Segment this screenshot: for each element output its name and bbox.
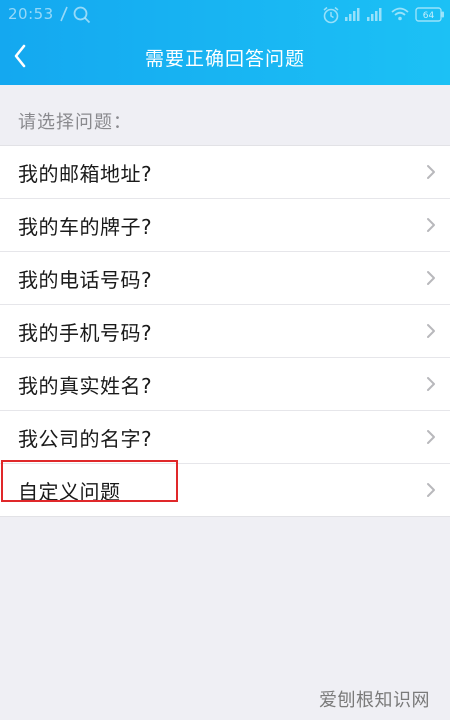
chevron-right-icon	[426, 270, 436, 290]
question-list: 我的邮箱地址? 我的车的牌子? 我的电话号码? 我的手机号码? 我的真实姓名? …	[0, 145, 450, 517]
question-item-car-brand[interactable]: 我的车的牌子?	[0, 199, 450, 252]
question-label: 我的真实姓名?	[18, 373, 153, 398]
question-item-mobile[interactable]: 我的手机号码?	[0, 305, 450, 358]
search-icon	[73, 6, 91, 28]
watermark: 爱刨根知识网	[319, 690, 430, 711]
question-label: 我的车的牌子?	[18, 214, 153, 239]
chevron-right-icon	[426, 164, 436, 184]
chevron-right-icon	[426, 376, 436, 396]
chevron-right-icon	[426, 482, 436, 502]
status-bar: 20:53 64	[0, 0, 450, 30]
question-label: 我公司的名字?	[18, 426, 153, 451]
question-item-company[interactable]: 我公司的名字?	[0, 411, 450, 464]
wifi-icon	[390, 6, 410, 26]
navbar: 需要正确回答问题	[0, 30, 450, 85]
battery-level: 64	[423, 11, 435, 21]
cell-signal-icon-2	[366, 6, 384, 26]
question-label: 我的电话号码?	[18, 267, 153, 292]
status-time: 20:53	[8, 5, 54, 23]
alarm-icon	[322, 6, 340, 28]
question-label: 自定义问题	[18, 479, 121, 504]
chevron-right-icon	[426, 429, 436, 449]
page-title: 需要正确回答问题	[144, 48, 305, 70]
chevron-right-icon	[426, 323, 436, 343]
chevron-right-icon	[426, 217, 436, 237]
battery-icon: 64	[415, 7, 445, 26]
question-item-real-name[interactable]: 我的真实姓名?	[0, 358, 450, 411]
cell-signal-icon	[344, 6, 362, 26]
question-label: 我的手机号码?	[18, 320, 153, 345]
question-label: 我的邮箱地址?	[18, 161, 153, 186]
app-header: 20:53 64 需要正确回答问题	[0, 0, 450, 85]
status-signal-icon	[58, 6, 70, 26]
question-item-email[interactable]: 我的邮箱地址?	[0, 146, 450, 199]
section-header: 请选择问题：	[18, 112, 132, 133]
question-item-phone[interactable]: 我的电话号码?	[0, 252, 450, 305]
question-item-custom[interactable]: 自定义问题	[0, 464, 450, 516]
